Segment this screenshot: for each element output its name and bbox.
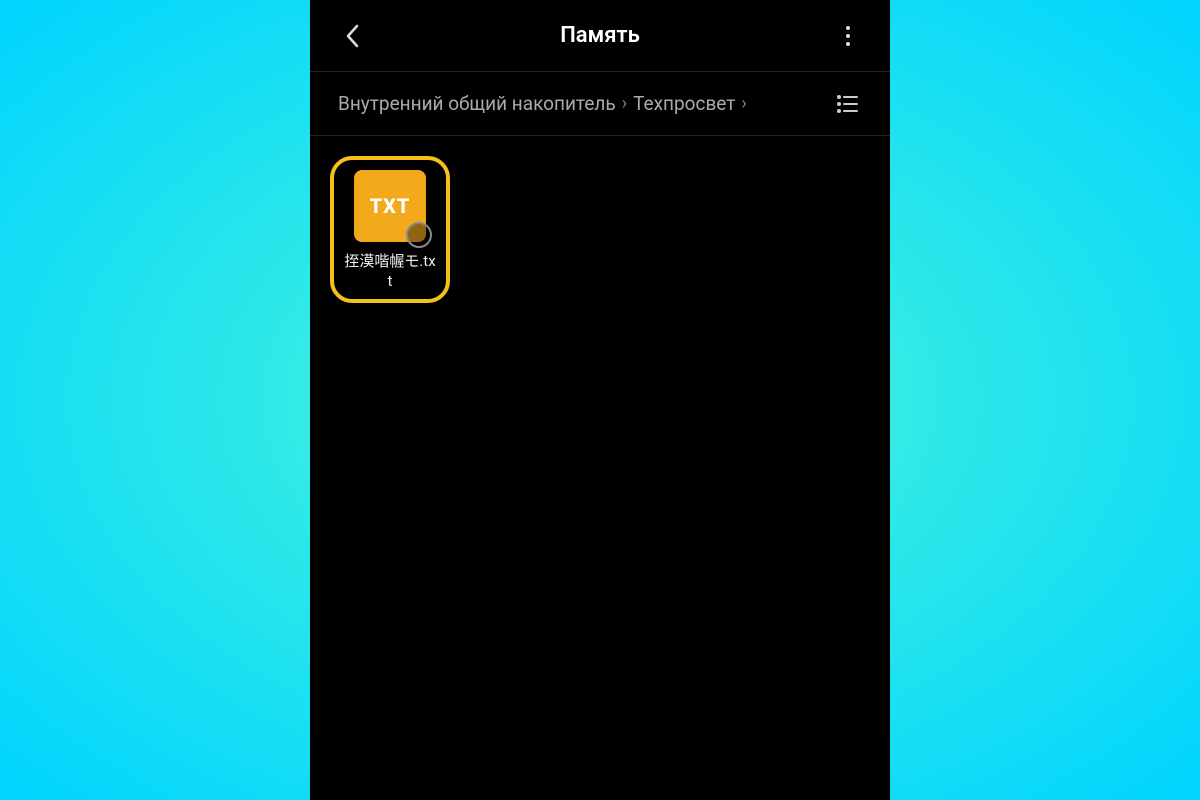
chevron-right-icon: › <box>741 93 746 114</box>
chevron-left-icon <box>345 24 359 48</box>
page-title: Память <box>366 23 834 48</box>
selection-circle[interactable] <box>406 222 432 248</box>
list-view-toggle[interactable] <box>834 90 862 118</box>
file-type-badge: TXT <box>370 194 411 218</box>
dots-icon <box>846 26 850 30</box>
breadcrumb-segment[interactable]: Техпросвет <box>633 92 735 115</box>
file-manager-screen: Память Внутренний общий накопитель › Тех… <box>310 0 890 800</box>
chevron-right-icon: › <box>622 93 627 114</box>
list-icon <box>837 95 859 113</box>
file-item[interactable]: TXT 挃漠喈幄モ.txt <box>330 156 450 303</box>
file-name: 挃漠喈幄モ.txt <box>342 252 438 291</box>
more-menu-button[interactable] <box>834 22 862 50</box>
breadcrumb-bar: Внутренний общий накопитель › Техпросвет… <box>310 72 890 136</box>
breadcrumb[interactable]: Внутренний общий накопитель › Техпросвет… <box>338 92 826 115</box>
breadcrumb-segment[interactable]: Внутренний общий накопитель <box>338 92 616 115</box>
app-header: Память <box>310 0 890 72</box>
file-grid: TXT 挃漠喈幄モ.txt <box>310 136 890 800</box>
back-button[interactable] <box>338 22 366 50</box>
file-thumbnail: TXT <box>354 170 426 242</box>
